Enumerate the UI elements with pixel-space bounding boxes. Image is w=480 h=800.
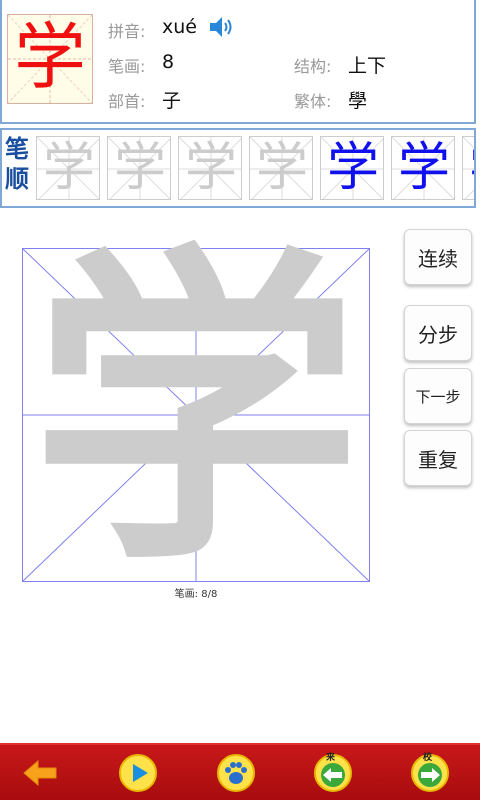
- stroke-frame-6[interactable]: 学: [391, 136, 455, 200]
- stroke-order-title-line1: 笔: [5, 135, 29, 163]
- stroke-frame-3[interactable]: 学: [178, 136, 242, 200]
- stroke-frame-glyph: 学: [184, 138, 237, 198]
- structure-value: 上下: [348, 55, 387, 77]
- ghost-character: 学: [31, 220, 361, 604]
- traditional-label: 繁体:: [294, 92, 332, 111]
- stroke-frame-glyph: 学: [326, 138, 379, 198]
- stroke-frame-4[interactable]: 学: [249, 136, 313, 200]
- prev-char-icon[interactable]: 来: [313, 753, 353, 793]
- pinyin-label: 拼音:: [108, 22, 146, 41]
- radical-label: 部首:: [108, 92, 146, 111]
- character-glyph: 学: [13, 15, 86, 99]
- speaker-icon[interactable]: [208, 14, 234, 40]
- step-button[interactable]: 分步: [404, 305, 472, 361]
- paw-icon[interactable]: [216, 753, 256, 793]
- structure-label: 结构:: [294, 57, 332, 76]
- back-arrow-icon[interactable]: [20, 753, 60, 793]
- stroke-frame-2[interactable]: 学: [107, 136, 171, 200]
- play-icon[interactable]: [118, 753, 158, 793]
- stroke-frame-glyph: 学: [397, 138, 450, 198]
- stroke-order-strip[interactable]: 笔 顺 学 学 学 学 学 学 学: [0, 128, 476, 208]
- character-preview: 学: [7, 14, 93, 104]
- stroke-frame-glyph: 学: [255, 138, 308, 198]
- stroke-counter: 笔画: 8/8: [174, 589, 218, 600]
- stroke-frame-glyph: 学: [463, 137, 474, 199]
- stroke-frame-7[interactable]: 学: [462, 136, 474, 200]
- stroke-frame-glyph: 学: [113, 138, 166, 198]
- stroke-frame-glyph: 学: [42, 138, 95, 198]
- continuous-button[interactable]: 连续: [404, 229, 472, 285]
- bottom-toolbar: 来 校: [0, 743, 480, 800]
- stroke-order-title: 笔 顺: [2, 134, 32, 194]
- writing-board[interactable]: 学: [22, 232, 370, 592]
- stroke-frame-1[interactable]: 学: [36, 136, 100, 200]
- traditional-value: 學: [348, 90, 368, 112]
- strokes-value: 8: [162, 51, 175, 73]
- next-char-icon[interactable]: 校: [410, 753, 450, 793]
- pinyin-value: xué: [162, 16, 197, 38]
- character-info-card: 学 拼音: xué 笔画: 8 结构: 上下 部首: 子 繁体: 學: [0, 0, 476, 124]
- next-step-button[interactable]: 下一步: [404, 368, 472, 424]
- stroke-order-title-line2: 顺: [5, 165, 29, 193]
- stroke-frame-5[interactable]: 学: [320, 136, 384, 200]
- repeat-button[interactable]: 重复: [404, 430, 472, 486]
- strokes-label: 笔画:: [108, 57, 146, 76]
- next-char-tag: 校: [423, 753, 433, 763]
- prev-char-tag: 来: [326, 753, 336, 763]
- radical-value: 子: [162, 90, 182, 112]
